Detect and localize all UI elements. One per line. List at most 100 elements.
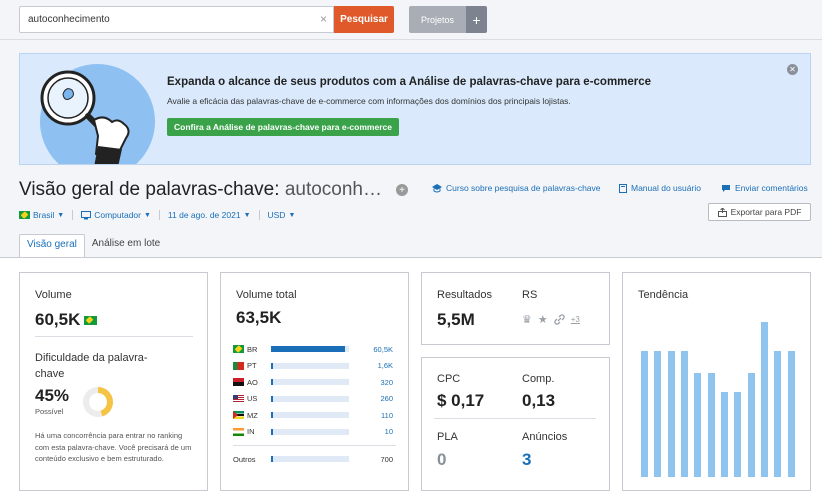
- cpc-card: CPC $ 0,17 Comp. 0,13 PLA 0 Anúncios 3: [421, 357, 610, 491]
- close-icon[interactable]: ✕: [787, 64, 798, 75]
- banner-text: Avalie a eficácia das palavras-chave de …: [167, 96, 571, 106]
- others-value: 700: [380, 454, 393, 464]
- country-bar: [271, 362, 349, 369]
- competition-value: 0,13: [522, 391, 556, 410]
- feedback-link-label: Enviar comentários: [735, 183, 808, 193]
- brazil-flag-icon: [84, 315, 98, 325]
- pla-label: PLA: [437, 431, 458, 443]
- chevron-down-icon: ▼: [143, 211, 151, 219]
- trend-bar[interactable]: [761, 322, 768, 477]
- country-value[interactable]: 10: [349, 427, 393, 436]
- trend-chart: [639, 322, 799, 477]
- results-card: Resultados 5,5M RS ♛ ★ +3: [421, 272, 610, 345]
- banner-title: Expanda o alcance de seus produtos com a…: [167, 76, 652, 88]
- trend-bar[interactable]: [721, 391, 728, 477]
- us-flag-icon: [233, 394, 244, 403]
- device-filter[interactable]: Computador ▼: [81, 210, 151, 220]
- feedback-link[interactable]: Enviar comentários: [721, 183, 808, 193]
- country-value[interactable]: 110: [349, 411, 393, 420]
- trend-bar[interactable]: [734, 391, 742, 477]
- crown-icon: ♛: [522, 314, 532, 326]
- trend-bar[interactable]: [774, 351, 782, 477]
- volume-value: 60,5K: [35, 310, 81, 329]
- country-bar: [271, 428, 349, 435]
- mz-flag-icon: [233, 411, 244, 419]
- filters-bar: Brasil ▼ Computador ▼ 11 de ago. de 2021…: [19, 210, 295, 220]
- country-value[interactable]: 260: [349, 394, 393, 403]
- country-code: MZ: [247, 410, 258, 420]
- trend-bar[interactable]: [667, 351, 675, 477]
- link-icon: [554, 314, 565, 325]
- trend-bar[interactable]: [681, 351, 688, 477]
- clear-icon[interactable]: ×: [320, 12, 327, 26]
- country-filter[interactable]: Brasil ▼: [19, 210, 64, 220]
- trend-bar[interactable]: [641, 351, 648, 477]
- page-title: Visão geral de palavras-chave: autoconh…: [19, 179, 382, 201]
- br-flag-icon: [233, 345, 244, 353]
- difficulty-label: Dificuldade da palavra-chave: [35, 352, 148, 380]
- search-box[interactable]: ×: [19, 6, 334, 33]
- country-bar: [271, 412, 349, 418]
- export-pdf-button[interactable]: Exportar para PDF: [708, 203, 811, 221]
- results-label: Resultados: [437, 289, 493, 301]
- chevron-down-icon: ▼: [57, 211, 65, 219]
- cpc-label: CPC: [437, 373, 461, 385]
- country-value[interactable]: 1,6K: [349, 361, 393, 370]
- course-link-label: Curso sobre pesquisa de palavras-chave: [446, 183, 601, 193]
- trend-card: Tendência: [622, 272, 811, 491]
- trend-bar[interactable]: [654, 351, 662, 477]
- add-project-button[interactable]: +: [466, 6, 487, 33]
- projects-button[interactable]: Projetos: [409, 6, 466, 33]
- date-filter[interactable]: 11 de ago. de 2021 ▼: [168, 210, 251, 220]
- country-code: US: [247, 394, 258, 403]
- search-button[interactable]: Pesquisar: [334, 6, 394, 33]
- book-icon: [619, 183, 627, 193]
- divider: [35, 336, 193, 337]
- trend-bar[interactable]: [707, 373, 715, 477]
- ads-value[interactable]: 3: [522, 450, 531, 470]
- country-bar-fill: [271, 412, 273, 418]
- desktop-icon: [81, 210, 92, 219]
- export-icon: [717, 207, 727, 217]
- trend-label: Tendência: [638, 289, 689, 301]
- competition-label: Comp.: [522, 373, 555, 385]
- trend-bar[interactable]: [747, 373, 755, 477]
- country-value[interactable]: 320: [349, 378, 393, 387]
- country-row: BR 60,5K: [233, 343, 393, 355]
- in-flag-icon: [233, 427, 244, 436]
- country-row: AO 320: [233, 376, 393, 388]
- country-row: MZ 110: [233, 409, 393, 421]
- currency-filter-label: USD: [267, 210, 286, 220]
- device-filter-label: Computador: [94, 210, 141, 220]
- tab-batch-analysis[interactable]: Análise em lote: [85, 234, 167, 258]
- difficulty-value: 45%: [35, 386, 70, 405]
- trend-bar[interactable]: [787, 351, 795, 477]
- ao-flag-icon: [233, 378, 244, 386]
- currency-filter[interactable]: USD ▼: [268, 210, 296, 220]
- tab-overview[interactable]: Visão geral: [19, 234, 85, 258]
- country-code: IN: [247, 427, 255, 436]
- others-row: Outros 700: [233, 453, 393, 465]
- magnifier-hand-illustration: [40, 70, 130, 164]
- pla-value: 0: [437, 450, 447, 469]
- search-input[interactable]: [20, 7, 310, 32]
- country-value[interactable]: 60,5K: [349, 345, 393, 354]
- country-row: US 260: [233, 393, 393, 405]
- tabs: Visão geral Análise em lote: [19, 234, 167, 258]
- others-label: Outros: [233, 454, 256, 464]
- manual-link[interactable]: Manual do usuário: [619, 183, 701, 193]
- ecommerce-banner: Expanda o alcance de seus produtos com a…: [19, 53, 811, 165]
- course-link[interactable]: Curso sobre pesquisa de palavras-chave: [432, 183, 601, 193]
- serp-more-link[interactable]: +3: [571, 315, 580, 324]
- difficulty-donut: [83, 387, 113, 417]
- country-code: PT: [247, 361, 257, 370]
- banner-cta-button[interactable]: Confira a Análise de palavras-chave para…: [167, 118, 399, 136]
- chevron-down-icon: ▼: [243, 211, 251, 219]
- total-volume-card: Volume total 63,5K BR 60,5K PT 1,6K AO 320 US 2…: [220, 272, 409, 491]
- country-row: IN 10: [233, 426, 393, 438]
- country-filter-label: Brasil: [33, 210, 55, 220]
- add-keyword-icon[interactable]: +: [396, 184, 408, 196]
- country-code: AO: [247, 377, 258, 387]
- results-value: 5,5M: [437, 310, 475, 329]
- trend-bar[interactable]: [694, 373, 702, 477]
